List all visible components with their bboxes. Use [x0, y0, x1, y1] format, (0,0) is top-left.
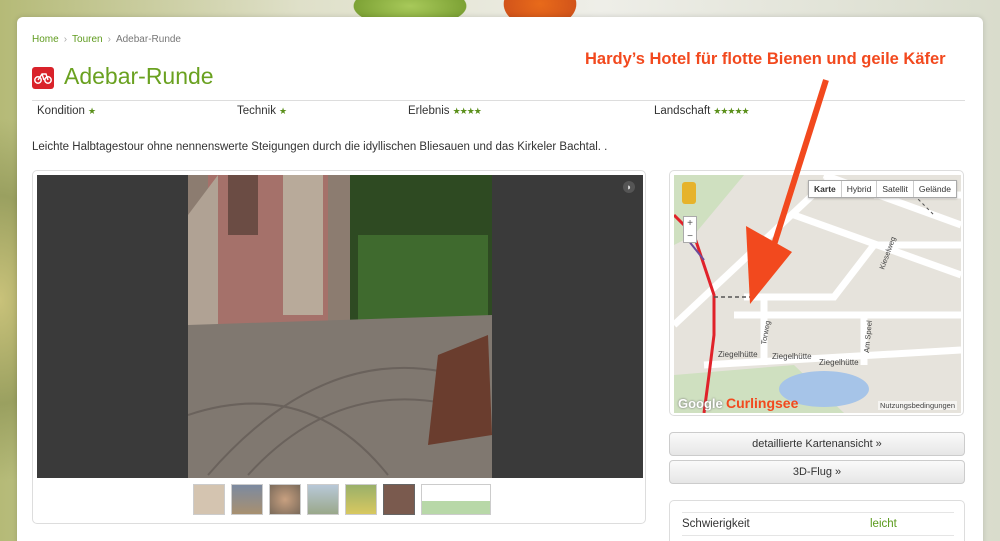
star-icon: ★★★★: [452, 106, 482, 116]
thumbnail[interactable]: [307, 484, 339, 515]
map-type-gelaende[interactable]: Gelände: [912, 181, 956, 197]
zoom-in-button[interactable]: +: [684, 217, 696, 230]
google-logo[interactable]: Google: [678, 396, 723, 411]
thumbnail[interactable]: [231, 484, 263, 515]
fullscreen-icon[interactable]: ◗: [623, 181, 635, 193]
photo-viewer: ◗: [37, 175, 643, 478]
main-photo[interactable]: [188, 175, 492, 478]
annotation-arrow-icon: [746, 79, 829, 304]
thumbnail[interactable]: [193, 484, 225, 515]
zoom-control: + −: [683, 216, 697, 243]
street-label: Ziegelhütte: [718, 350, 758, 359]
breadcrumb-separator: ›: [107, 34, 111, 45]
thumbnail[interactable]: [269, 484, 301, 515]
rating-label: Kondition: [37, 105, 85, 117]
difficulty-value: leicht: [870, 518, 897, 530]
3d-flight-button[interactable]: 3D-Flug »: [669, 460, 965, 484]
breadcrumb-current: Adebar-Runde: [115, 34, 181, 45]
rating-technik: Technik ★: [237, 105, 287, 117]
page-title: Adebar-Runde: [64, 63, 214, 89]
rating-landschaft: Landschaft ★★★★★: [654, 105, 750, 117]
breadcrumb-home[interactable]: Home: [32, 34, 59, 45]
street-view-pegman-icon[interactable]: [682, 182, 696, 204]
rating-kondition: Kondition ★: [37, 105, 96, 117]
zoom-out-button[interactable]: −: [684, 230, 696, 243]
map-type-hybrid[interactable]: Hybrid: [840, 181, 877, 197]
thumbnail-active[interactable]: [383, 484, 415, 515]
rating-label: Erlebnis: [408, 105, 450, 117]
star-icon: ★: [279, 106, 287, 116]
star-icon: ★: [87, 106, 96, 116]
terms-link[interactable]: Nutzungsbedingungen: [877, 401, 957, 410]
bicycle-icon: [32, 67, 54, 89]
street-label: Ziegelhütte: [772, 352, 812, 361]
tour-description: Leichte Halbtagestour ohne nennenswerte …: [32, 141, 608, 153]
rating-label: Landschaft: [654, 105, 711, 117]
map-detail-button[interactable]: detaillierte Kartenansicht »: [669, 432, 965, 456]
difficulty-label: Schwierigkeit: [682, 518, 750, 530]
photo-gallery: ◗: [32, 170, 646, 524]
rating-erlebnis: Erlebnis ★★★★: [408, 105, 482, 117]
breadcrumb-separator: ›: [63, 34, 68, 45]
street-label: Ziegelhütte: [819, 358, 859, 367]
rating-label: Technik: [237, 105, 276, 117]
breadcrumb-tours[interactable]: Touren: [72, 34, 103, 45]
thumbnail[interactable]: [345, 484, 377, 515]
annotation-lake: Curlingsee: [726, 395, 799, 411]
breadcrumb: Home › Touren › Adebar-Runde: [32, 34, 181, 45]
elevation-profile-thumbnail[interactable]: [421, 484, 491, 515]
tour-info-box: Schwierigkeit leicht: [669, 500, 965, 541]
annotation-headline: Hardy’s Hotel für flotte Bienen und geil…: [585, 50, 946, 68]
map-type-satellit[interactable]: Satellit: [876, 181, 913, 197]
info-row-difficulty: Schwierigkeit leicht: [682, 512, 954, 536]
